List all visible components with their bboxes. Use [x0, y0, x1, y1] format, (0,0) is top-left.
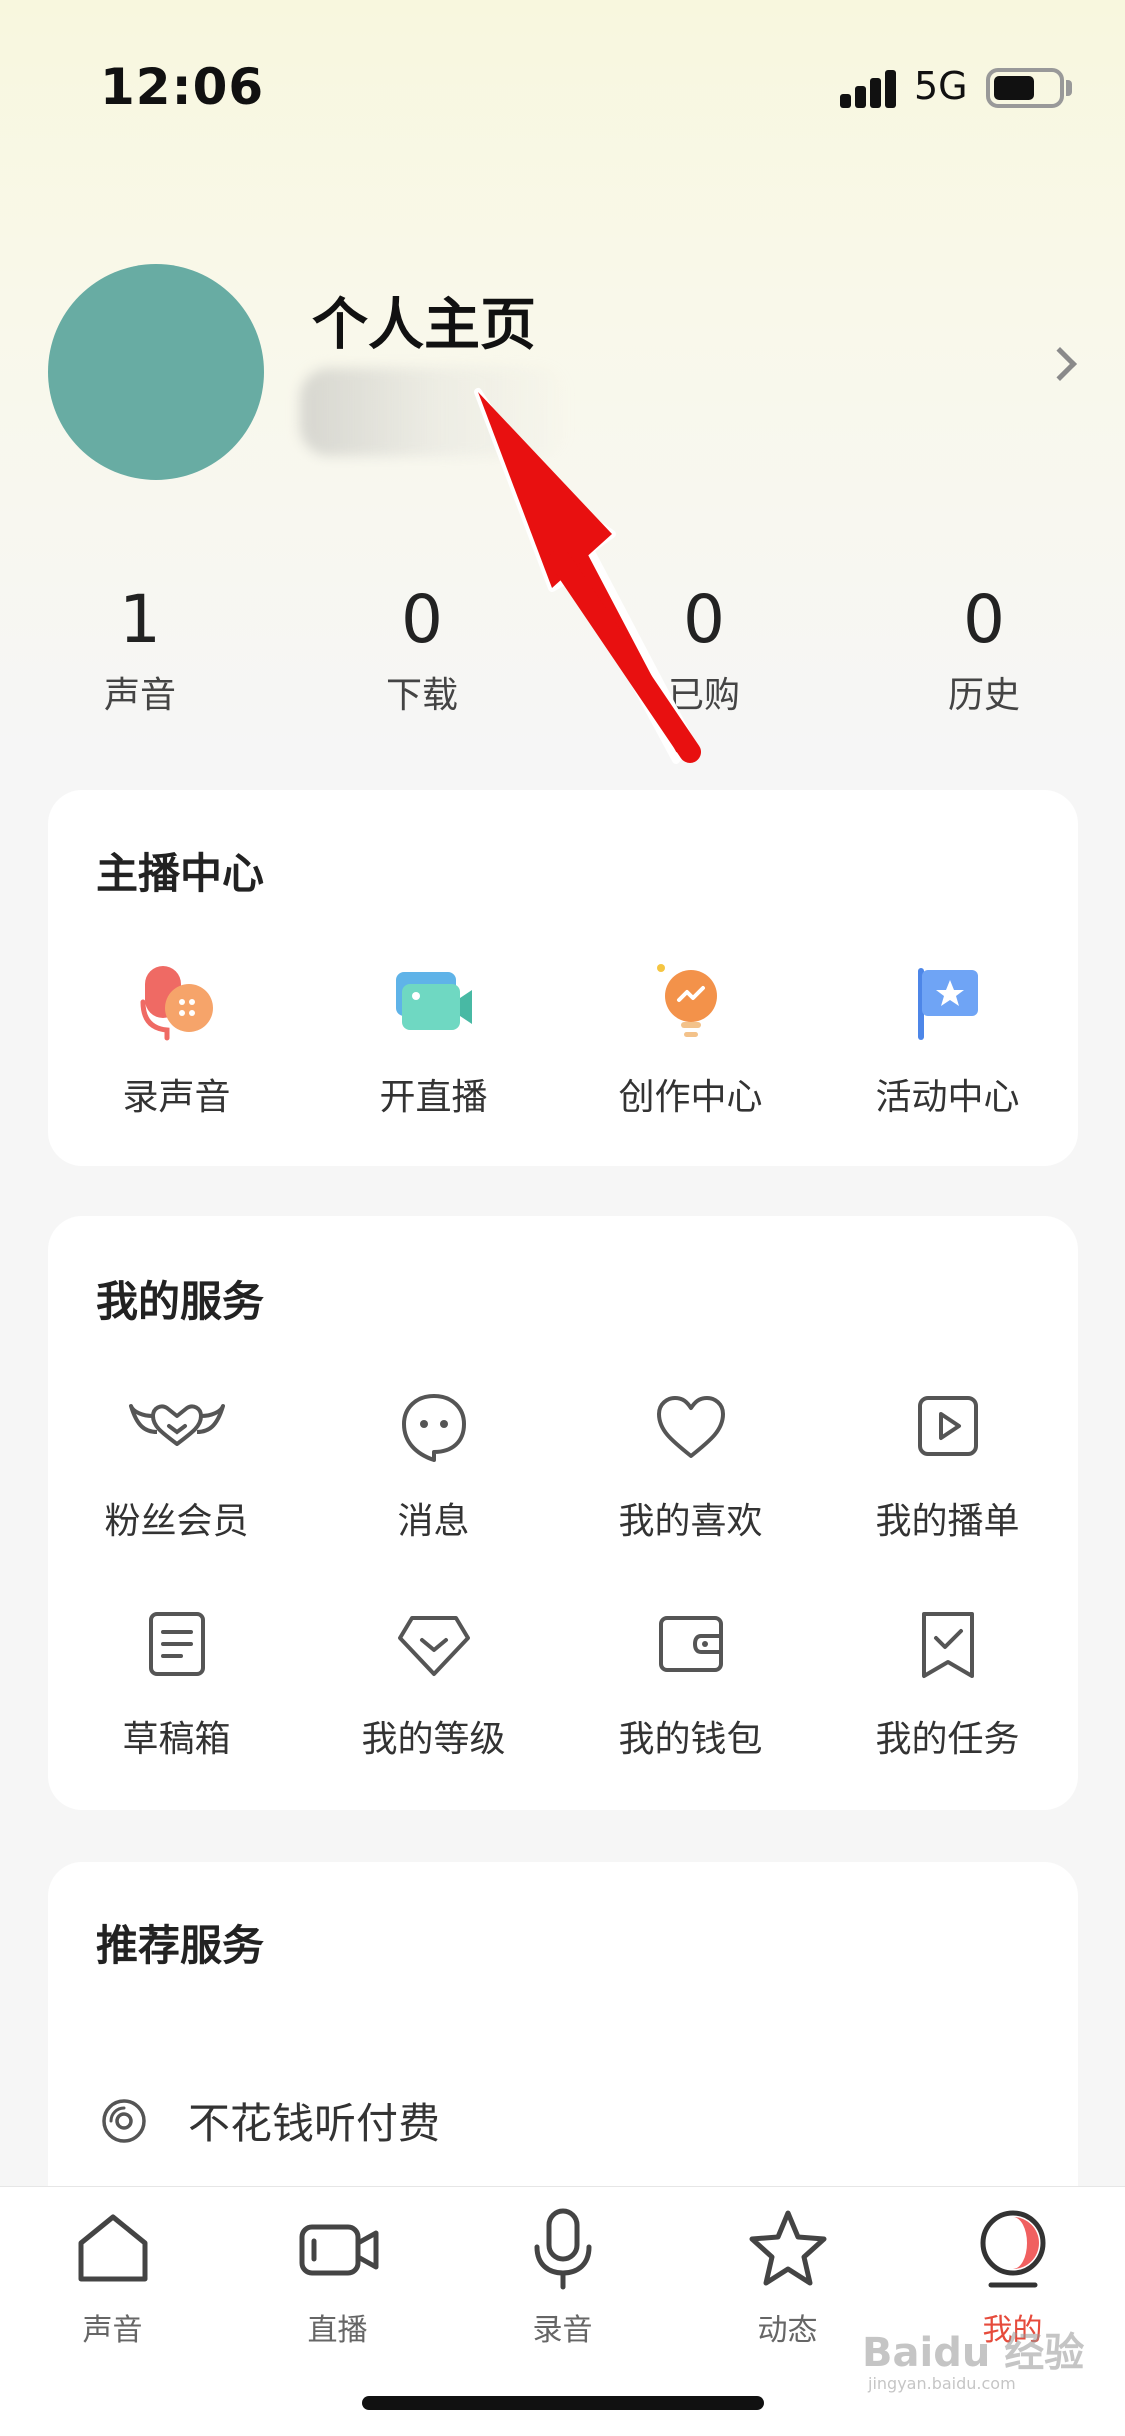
creation-center-item[interactable]: 创作中心: [562, 962, 819, 1120]
stat-label: 下载: [385, 675, 458, 716]
diamond-level-icon: [394, 1604, 474, 1684]
stat-value: 0: [401, 581, 443, 658]
profile-subtitle-blurred: [300, 368, 570, 456]
draft-document-icon: [137, 1604, 217, 1684]
grid-label: 草稿箱: [122, 1719, 231, 1760]
stat-label: 历史: [947, 675, 1020, 716]
status-time: 12:06: [100, 58, 265, 116]
network-type: 5G: [914, 64, 968, 108]
tab-label: 录音: [532, 2313, 593, 2348]
free-listen-label: 不花钱听付费: [188, 2099, 441, 2148]
stat-label: 声音: [103, 675, 176, 716]
live-camera-icon: [394, 962, 474, 1042]
drafts-item[interactable]: 草稿箱: [48, 1604, 305, 1762]
lightbulb-icon: [651, 962, 731, 1042]
tab-live[interactable]: 直播: [225, 2207, 450, 2349]
grid-label: 我的播单: [875, 1501, 1020, 1542]
disc-icon: [100, 2097, 148, 2145]
profile-title[interactable]: 个人主页: [312, 280, 536, 361]
wallet-icon: [651, 1604, 731, 1684]
avatar[interactable]: [48, 264, 264, 480]
my-level-item[interactable]: 我的等级: [305, 1604, 562, 1762]
status-bar: 12:06 5G: [0, 0, 1125, 140]
grid-label: 我的任务: [875, 1719, 1020, 1760]
record-voice-item[interactable]: 录声音: [48, 962, 305, 1120]
my-wallet-item[interactable]: 我的钱包: [562, 1604, 819, 1762]
grid-label: 粉丝会员: [104, 1501, 249, 1542]
stats-row: 1 声音 0 下载 0 已购 0 历史: [0, 580, 1125, 720]
card-title: 主播中心: [96, 849, 265, 898]
stat-value: 0: [683, 581, 725, 658]
video-camera-icon: [296, 2207, 380, 2291]
messages-item[interactable]: 消息: [305, 1386, 562, 1544]
tab-record[interactable]: 录音: [450, 2207, 675, 2349]
tab-sounds[interactable]: 声音: [0, 2207, 225, 2349]
microphone-icon: [521, 2207, 605, 2291]
card-title: 我的服务: [96, 1277, 265, 1326]
heart-icon: [651, 1386, 731, 1466]
battery-icon: [986, 68, 1064, 108]
stat-value: 1: [119, 581, 161, 658]
tab-label: 直播: [307, 2313, 368, 2348]
stat-history[interactable]: 0 历史: [884, 580, 1084, 718]
profile-orb-icon: [971, 2207, 1055, 2291]
task-bookmark-icon: [908, 1604, 988, 1684]
my-playlist-item[interactable]: 我的播单: [819, 1386, 1076, 1544]
battery-tip: [1066, 80, 1072, 96]
stat-label: 已购: [667, 675, 740, 716]
fan-membership-item[interactable]: 粉丝会员: [48, 1386, 305, 1544]
go-live-item[interactable]: 开直播: [305, 962, 562, 1120]
home-indicator[interactable]: [362, 2396, 764, 2410]
star-icon: [746, 2207, 830, 2291]
watermark: Baidu 经验: [862, 2330, 1085, 2376]
stat-purchased[interactable]: 0 已购: [604, 580, 804, 718]
tab-label: 声音: [82, 2313, 143, 2348]
flag-star-icon: [908, 962, 988, 1042]
my-tasks-item[interactable]: 我的任务: [819, 1604, 1076, 1762]
stat-sounds[interactable]: 1 声音: [40, 580, 240, 718]
message-bubble-icon: [394, 1386, 474, 1466]
grid-label: 开直播: [379, 1077, 488, 1118]
stat-value: 0: [963, 581, 1005, 658]
stat-downloads[interactable]: 0 下载: [322, 580, 522, 718]
anchor-center-card: 主播中心 录声音 开直播 创作中心 活动中心: [48, 790, 1078, 1166]
home-icon: [71, 2207, 155, 2291]
card-title: 推荐服务: [96, 1921, 265, 1970]
grid-label: 我的喜欢: [618, 1501, 763, 1542]
grid-label: 创作中心: [618, 1077, 763, 1118]
play-list-icon: [908, 1386, 988, 1466]
grid-label: 录声音: [122, 1077, 231, 1118]
grid-label: 我的钱包: [618, 1719, 763, 1760]
watermark-sub: jingyan.baidu.com: [868, 2374, 1016, 2393]
grid-label: 消息: [397, 1501, 470, 1542]
record-voice-icon: [137, 962, 217, 1042]
signal-icon: [840, 68, 900, 108]
grid-label: 活动中心: [875, 1077, 1020, 1118]
activity-center-item[interactable]: 活动中心: [819, 962, 1076, 1120]
my-likes-item[interactable]: 我的喜欢: [562, 1386, 819, 1544]
grid-label: 我的等级: [361, 1719, 506, 1760]
wings-heart-icon: [128, 1386, 225, 1466]
my-services-card: 我的服务 粉丝会员 消息 我的喜欢 我的播单 草稿箱 我的等级 我的钱包 我的任…: [48, 1216, 1078, 1810]
